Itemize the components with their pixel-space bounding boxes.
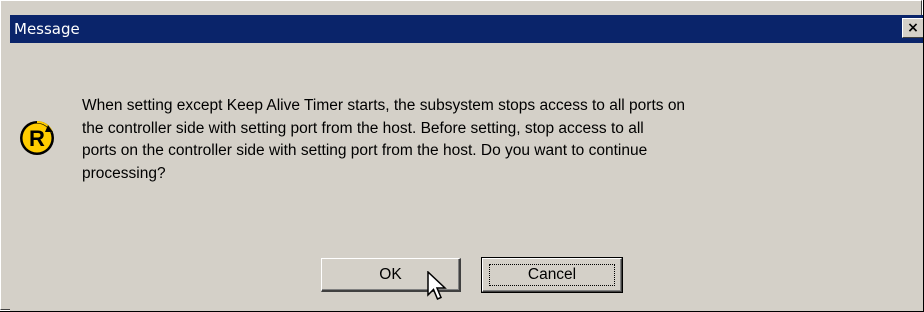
message-text: When setting except Keep Alive Timer sta… (82, 95, 902, 185)
message-line: processing? (82, 164, 166, 182)
message-line: the controller side with setting port fr… (82, 119, 644, 137)
message-line: ports on the controller side with settin… (82, 142, 648, 159)
arrow-pointer-icon (427, 271, 447, 300)
dialog-title: Message (14, 20, 80, 38)
close-button[interactable]: × (902, 18, 924, 38)
dialog-body: R When setting except Keep Alive Timer s… (10, 43, 924, 311)
ok-button-label: OK (379, 265, 402, 283)
message-line: When setting except Keep Alive Timer sta… (82, 97, 686, 114)
message-dialog: Message × R When setting except Keep Ali… (0, 0, 924, 311)
icon-letter: R (29, 126, 45, 151)
r-confirmation-icon: R (20, 120, 54, 155)
cancel-button[interactable]: Cancel (481, 257, 623, 293)
title-bar[interactable]: Message × (10, 15, 924, 43)
cancel-button-label: Cancel (527, 266, 577, 283)
cancel-button-face: Cancel (482, 258, 622, 292)
close-icon: × (907, 20, 919, 36)
